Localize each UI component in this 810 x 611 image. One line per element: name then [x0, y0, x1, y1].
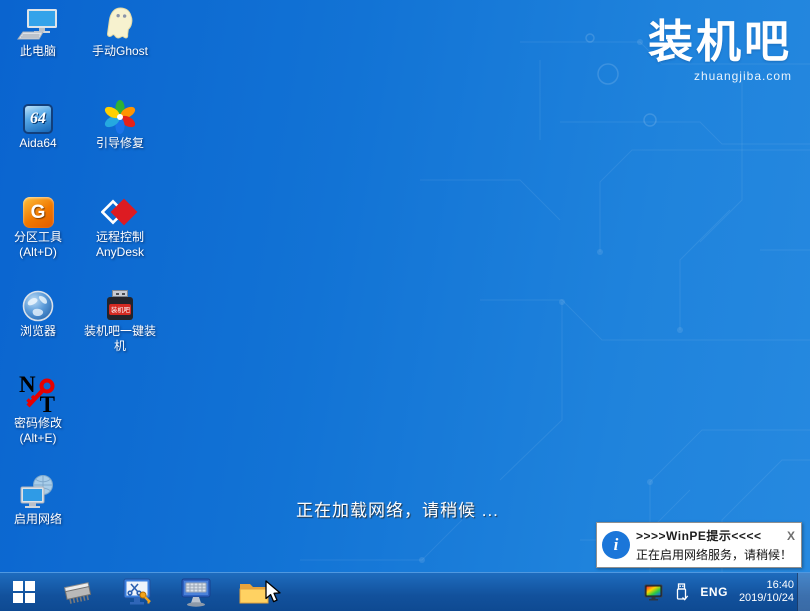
ram-chip-icon	[64, 581, 92, 604]
clock-date: 2019/10/24	[738, 592, 794, 604]
desktop-icon-partition-tool[interactable]: G 分区工具 (Alt+D)	[2, 192, 74, 260]
desktop-icon-aida64[interactable]: 64 Aida64	[2, 98, 74, 151]
logo-subtitle: zhuangjiba.com	[693, 69, 792, 83]
loading-network-message: 正在加载网络，请稍候 ...	[296, 501, 499, 520]
icon-label: 密码修改	[13, 416, 62, 430]
icon-label: 此电脑	[19, 44, 56, 58]
icon-label: Aida64	[19, 136, 57, 150]
notification-title: >>>>WinPE提示<<<<	[636, 529, 762, 543]
desktop-icon-browser[interactable]: 浏览器	[2, 286, 74, 339]
icon-label: 启用网络	[13, 512, 62, 526]
screen-capture-icon	[123, 578, 151, 604]
desktop-icon-anydesk[interactable]: 远程控制 AnyDesk	[80, 192, 160, 260]
icon-label: 引导修复	[95, 136, 144, 150]
icon-label: 远程控制	[95, 230, 144, 244]
winpe-desktop: 装机吧 zhuangjiba.com 此电脑 手动Ghost 64 Aida64…	[0, 0, 810, 611]
zhuangjiba-logo: 装机吧 zhuangjiba.com	[647, 15, 792, 84]
folder-icon	[239, 583, 269, 603]
anydesk-icon	[101, 192, 139, 228]
usb-badge-text: 装机吧	[110, 306, 130, 314]
taskbar-button-memory-tool[interactable]	[60, 576, 96, 609]
this-pc-icon	[16, 6, 60, 42]
diskgenius-icon: G	[22, 192, 54, 228]
notification-message: 正在启用网络服务，请稍候！	[636, 548, 793, 562]
ghost-icon	[102, 6, 138, 42]
globe-icon	[22, 286, 54, 322]
info-icon-glyph: i	[613, 535, 619, 554]
windows-logo-icon	[13, 581, 35, 603]
diskgenius-glyph: G	[30, 201, 46, 223]
boot-repair-icon	[103, 98, 137, 134]
network-monitor-icon	[19, 474, 57, 510]
usb-installer-icon: 装机吧	[105, 286, 135, 322]
desktop-icon-manual-ghost[interactable]: 手动Ghost	[80, 6, 160, 59]
desktop-icon-boot-repair[interactable]: 引导修复	[80, 98, 160, 151]
info-icon: i	[602, 531, 630, 559]
icon-label: 浏览器	[19, 324, 56, 338]
aida64-icon: 64	[23, 98, 53, 134]
desktop-icon-onekey-install[interactable]: 装机吧 装机吧一键装机	[80, 286, 160, 354]
usb-eject-icon[interactable]	[674, 582, 689, 602]
taskbar: ENG 16:40 2019/10/24	[0, 572, 810, 611]
icon-label-hotkey: (Alt+E)	[19, 431, 57, 445]
icon-label-sub: AnyDesk	[95, 245, 145, 259]
system-tray: ENG 16:40 2019/10/24	[644, 573, 794, 611]
icon-label-hotkey: (Alt+D)	[19, 245, 57, 259]
notification-close-button[interactable]: X	[786, 529, 796, 543]
icon-label: 分区工具	[13, 230, 62, 244]
keyboard-monitor-icon	[181, 578, 211, 607]
icon-label: 装机吧一键装机	[83, 324, 156, 353]
nt-password-icon: N T	[19, 372, 57, 417]
taskbar-clock[interactable]: 16:40 2019/10/24	[739, 579, 794, 605]
desktop-icon-this-pc[interactable]: 此电脑	[2, 6, 74, 59]
taskbar-button-screen-capture[interactable]	[120, 576, 156, 609]
aida64-glyph: 64	[30, 110, 46, 127]
taskbar-button-file-explorer[interactable]	[236, 576, 272, 609]
icon-label: 手动Ghost	[91, 44, 149, 58]
start-button[interactable]	[0, 573, 48, 611]
show-desktop-button[interactable]	[797, 573, 810, 611]
language-indicator[interactable]: ENG	[700, 585, 728, 599]
display-settings-icon[interactable]	[644, 584, 663, 601]
desktop-icon-password-reset[interactable]: N T 密码修改 (Alt+E)	[2, 372, 74, 446]
logo-title: 装机吧	[647, 15, 792, 68]
clock-time: 16:40	[766, 579, 794, 591]
desktop-icon-enable-network[interactable]: 启用网络	[2, 474, 74, 527]
taskbar-button-remote-keyboard[interactable]	[178, 576, 214, 609]
winpe-notification: i >>>>WinPE提示<<<< X 正在启用网络服务，请稍候！	[596, 522, 802, 568]
